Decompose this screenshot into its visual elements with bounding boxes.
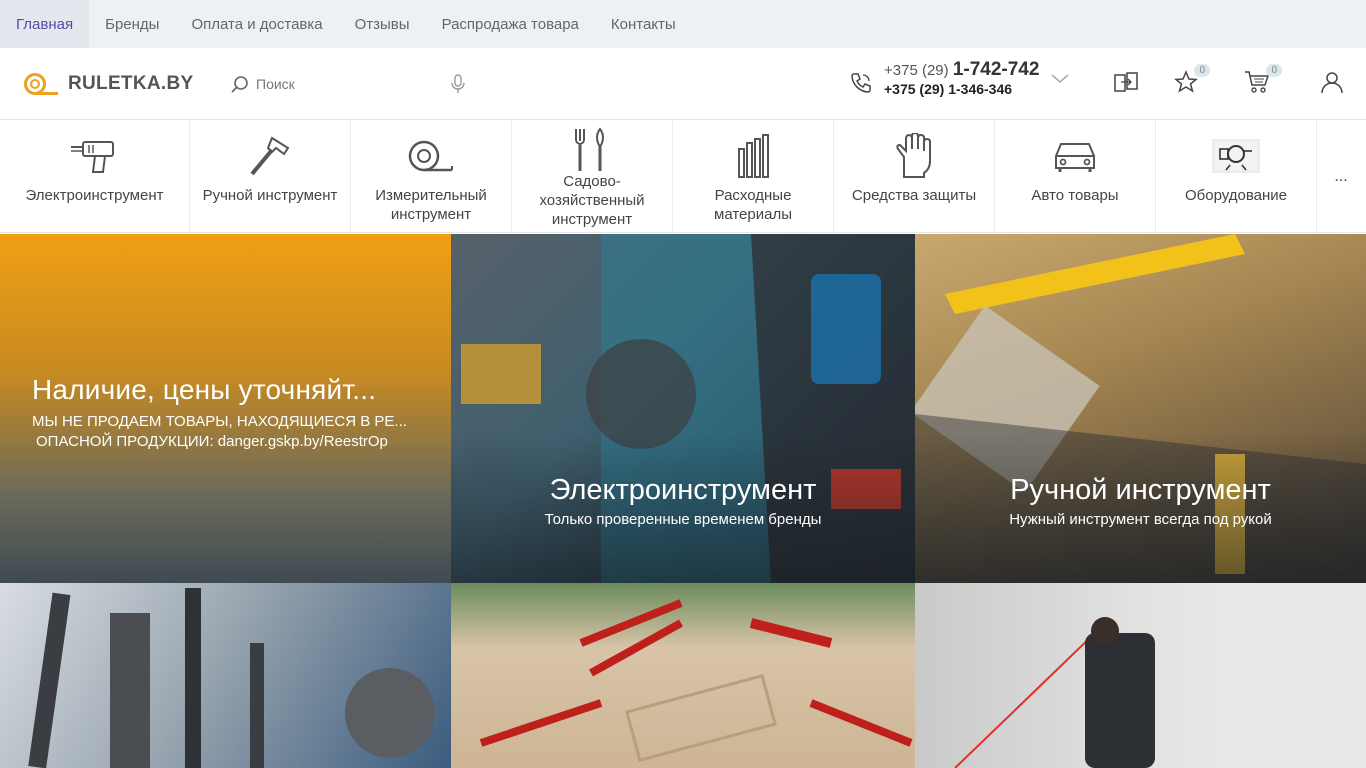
category-auto[interactable]: Авто товары bbox=[995, 120, 1156, 232]
phone-icon bbox=[851, 73, 871, 93]
power-tools-title: Электроинструмент bbox=[549, 474, 817, 506]
microphone-icon[interactable] bbox=[450, 74, 466, 94]
nav-payment-delivery[interactable]: Оплата и доставка bbox=[175, 0, 338, 48]
drill-bits-photo bbox=[28, 588, 435, 768]
measuring-banner[interactable] bbox=[915, 583, 1366, 768]
laser-level-photo bbox=[954, 583, 1366, 768]
consumables-banner[interactable] bbox=[0, 583, 451, 768]
equipment-icon bbox=[1212, 139, 1260, 173]
chevron-down-icon[interactable] bbox=[1051, 74, 1069, 84]
category-consumables[interactable]: Расходные материалы bbox=[673, 120, 834, 232]
hand-tools-title: Ручной инструмент bbox=[1010, 474, 1271, 506]
hand-tools-banner[interactable]: Ручной инструмент Нужный инструмент всег… bbox=[915, 234, 1366, 583]
hammer-icon bbox=[250, 136, 290, 176]
hand-tools-subtitle: Нужный инструмент всегда под рукой bbox=[1009, 511, 1272, 528]
glove-icon bbox=[896, 133, 931, 178]
nav-contacts[interactable]: Контакты bbox=[595, 0, 692, 48]
logo-text: RULETKA.BY bbox=[68, 72, 194, 94]
nav-sale[interactable]: Распродажа товара bbox=[426, 0, 595, 48]
drill-bits-icon bbox=[738, 134, 769, 178]
pliers-photo bbox=[479, 599, 913, 763]
tape-measure-icon bbox=[408, 140, 453, 172]
category-label: Садово-хозяйственный инструмент bbox=[539, 173, 645, 228]
category-label: Оборудование bbox=[1184, 187, 1288, 204]
search-input[interactable] bbox=[230, 75, 420, 92]
tape-logo-icon bbox=[24, 72, 58, 96]
category-label: Средства защиты bbox=[851, 187, 977, 204]
garden-tools-icon bbox=[575, 127, 604, 171]
search-box bbox=[230, 75, 470, 93]
favorites-button[interactable]: 0 bbox=[1174, 64, 1210, 99]
category-label: Ручной инструмент bbox=[202, 187, 338, 204]
promo-title: Наличие, цены уточняйт... bbox=[32, 374, 377, 405]
nav-home[interactable]: Главная bbox=[0, 0, 90, 48]
category-protection[interactable]: Средства защиты bbox=[834, 120, 995, 232]
car-icon bbox=[1055, 143, 1095, 172]
cart-count-badge: 0 bbox=[1266, 64, 1282, 77]
category-label: Электроинструмент bbox=[25, 187, 164, 204]
drill-icon bbox=[70, 141, 114, 173]
promo-line-2: ОПАСНОЙ ПРОДУКЦИИ: danger.gskp.by/Reestr… bbox=[36, 433, 388, 450]
category-bar: Электроинструмент Ручной инструмент Изме… bbox=[0, 120, 1366, 233]
phone-secondary[interactable]: +375 (29) 1-346-346 bbox=[884, 82, 1039, 96]
category-label: Измерительный инструмент bbox=[375, 187, 487, 223]
category-measuring-tools[interactable]: Измерительный инструмент bbox=[351, 120, 512, 232]
user-icon bbox=[1321, 72, 1343, 94]
knipex-banner[interactable] bbox=[451, 583, 915, 768]
category-garden-tools[interactable]: Садово-хозяйственный инструмент bbox=[512, 120, 673, 232]
favorites-count-badge: 0 bbox=[1194, 64, 1210, 77]
compare-icon bbox=[1114, 72, 1138, 92]
site-logo[interactable]: RULETKA.BY bbox=[24, 72, 224, 96]
top-navigation: Главная Бренды Оплата и доставка Отзывы … bbox=[0, 0, 1366, 48]
search-icon bbox=[231, 75, 248, 93]
banner-grid: Наличие, цены уточняйт... МЫ НЕ ПРОДАЕМ … bbox=[0, 234, 1366, 768]
promo-line-1: МЫ НЕ ПРОДАЕМ ТОВАРЫ, НАХОДЯЩИЕСЯ В РЕ..… bbox=[32, 413, 407, 430]
category-hand-tools[interactable]: Ручной инструмент bbox=[190, 120, 351, 232]
category-equipment[interactable]: Оборудование bbox=[1156, 120, 1317, 232]
category-label: Авто товары bbox=[1031, 187, 1119, 204]
account-button[interactable] bbox=[1320, 70, 1344, 99]
more-categories-button[interactable]: ... bbox=[1317, 120, 1365, 232]
power-tools-subtitle: Только проверенные временем бренды bbox=[544, 511, 822, 528]
nav-reviews[interactable]: Отзывы bbox=[339, 0, 426, 48]
compare-button[interactable] bbox=[1113, 70, 1139, 101]
phone-primary[interactable]: +375 (29) 1-742-742 bbox=[884, 60, 1039, 79]
phone-block[interactable]: +375 (29) 1-742-742 +375 (29) 1-346-346 bbox=[850, 60, 1069, 96]
site-header: RULETKA.BY +375 (29) 1-742-742 +375 (29)… bbox=[0, 48, 1366, 120]
cart-button[interactable]: 0 bbox=[1244, 64, 1282, 99]
power-tools-banner[interactable]: Электроинструмент Только проверенные вре… bbox=[451, 234, 915, 583]
promo-banner[interactable]: Наличие, цены уточняйт... МЫ НЕ ПРОДАЕМ … bbox=[0, 234, 451, 583]
nav-brands[interactable]: Бренды bbox=[89, 0, 175, 48]
category-power-tools[interactable]: Электроинструмент bbox=[0, 120, 190, 232]
category-label: Расходные материалы bbox=[714, 187, 792, 223]
